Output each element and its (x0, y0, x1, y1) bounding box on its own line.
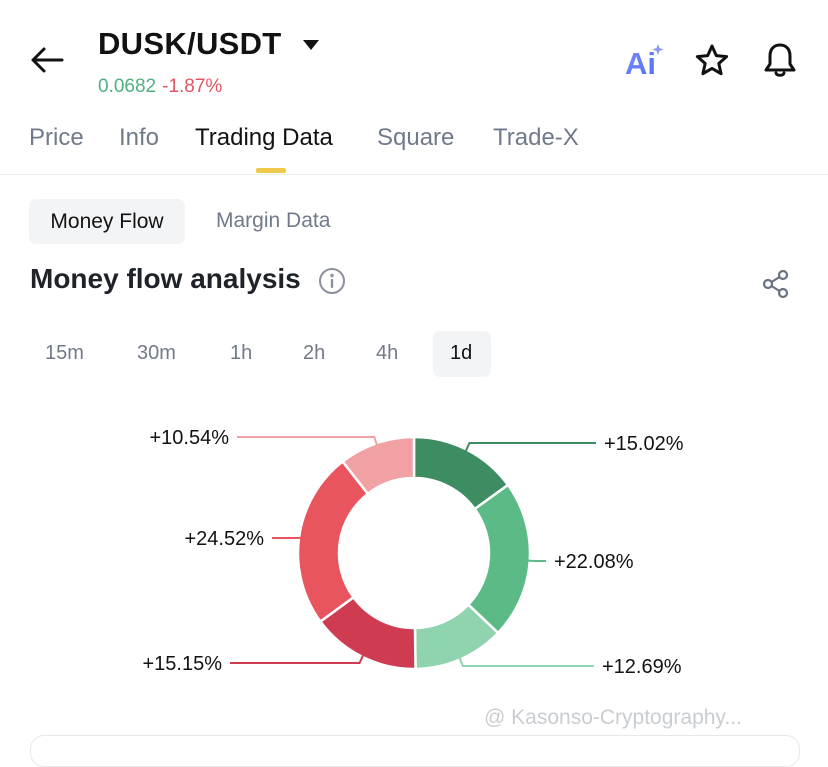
active-tab-indicator (256, 168, 286, 173)
ai-button[interactable]: Ai (624, 42, 664, 80)
subtab-margin-data[interactable]: Margin Data (216, 209, 330, 233)
tab-info[interactable]: Info (119, 124, 159, 152)
timeframe-30m[interactable]: 30m (137, 342, 176, 365)
price-line: 0.0682 -1.87% (98, 76, 222, 98)
timeframe-1d[interactable]: 1d (450, 342, 472, 365)
leader-line (458, 654, 594, 666)
donut-slice (298, 462, 368, 622)
back-button[interactable] (28, 42, 68, 78)
info-icon[interactable] (318, 267, 346, 295)
caret-down-icon[interactable] (302, 38, 320, 50)
price-change: -1.87% (162, 76, 222, 97)
slice-label: +22.08% (554, 551, 634, 573)
tab-trading-data[interactable]: Trading Data (195, 124, 333, 152)
ai-label: Ai (625, 46, 656, 80)
watermark-text: @ Kasonso-Cryptography... (484, 706, 742, 730)
timeframe-4h[interactable]: 4h (376, 342, 398, 365)
last-price: 0.0682 (98, 76, 156, 97)
favorite-button[interactable] (692, 42, 732, 80)
leader-line (524, 560, 546, 561)
money-flow-donut-chart: +15.02% +22.08% +12.69% +15.15% +24.52% +10.5… (0, 390, 828, 690)
arrow-left-icon (28, 42, 68, 78)
section-title: Money flow analysis (30, 263, 301, 295)
timeframe-2h[interactable]: 2h (303, 342, 325, 365)
pair-title[interactable]: DUSK/USDT (98, 26, 282, 62)
timeframe-15m[interactable]: 15m (45, 342, 84, 365)
leader-line (464, 443, 596, 455)
slice-label: +15.15% (142, 653, 222, 675)
leader-line (237, 437, 378, 449)
notification-button[interactable] (760, 40, 800, 80)
slice-label: +10.54% (149, 427, 229, 449)
star-icon (692, 42, 732, 80)
tab-price[interactable]: Price (29, 124, 84, 152)
slice-label: +15.02% (604, 433, 684, 455)
slice-label: +12.69% (602, 656, 682, 678)
leader-line (230, 651, 365, 663)
tab-square[interactable]: Square (377, 124, 454, 152)
share-icon[interactable] (760, 268, 792, 300)
tab-trade-x[interactable]: Trade-X (493, 124, 579, 152)
slice-label: +24.52% (184, 528, 264, 550)
timeframe-1h[interactable]: 1h (230, 342, 252, 365)
bell-icon (760, 40, 800, 80)
bottom-card (30, 735, 800, 767)
subtab-money-flow[interactable]: Money Flow (29, 199, 185, 244)
ai-icon: Ai (624, 42, 664, 80)
donut-slice (468, 485, 530, 633)
tabs-divider (0, 174, 828, 175)
